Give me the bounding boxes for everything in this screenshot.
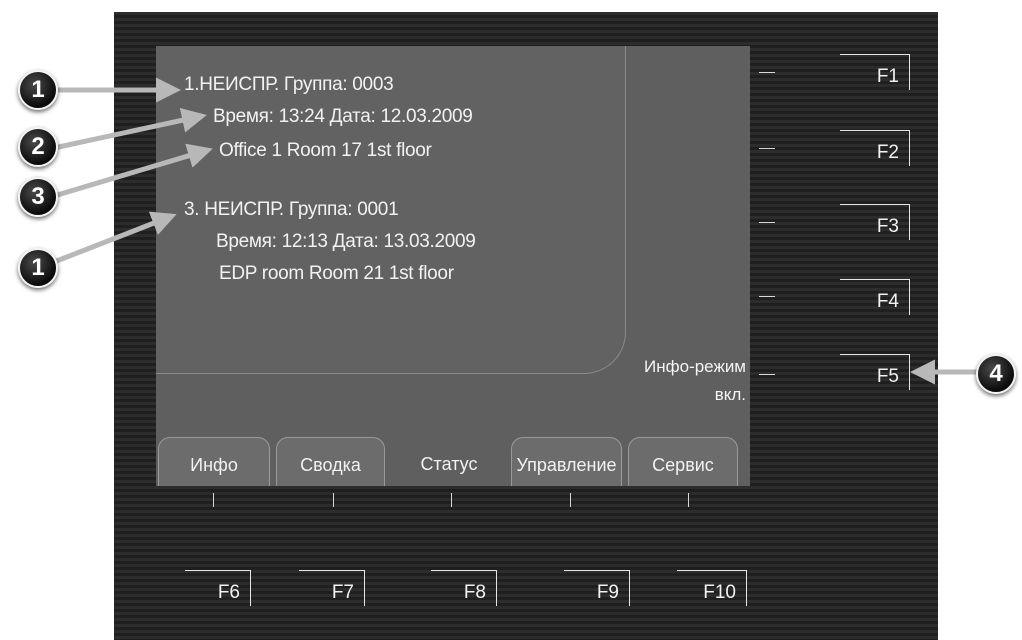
- callout-badge: 1: [18, 70, 58, 110]
- callout-badge: 1: [18, 248, 58, 288]
- callout-badge: 4: [976, 354, 1016, 394]
- callout-arrows: [53, 77, 982, 385]
- callout-badge: 2: [18, 127, 58, 167]
- callout-badge: 3: [18, 177, 58, 217]
